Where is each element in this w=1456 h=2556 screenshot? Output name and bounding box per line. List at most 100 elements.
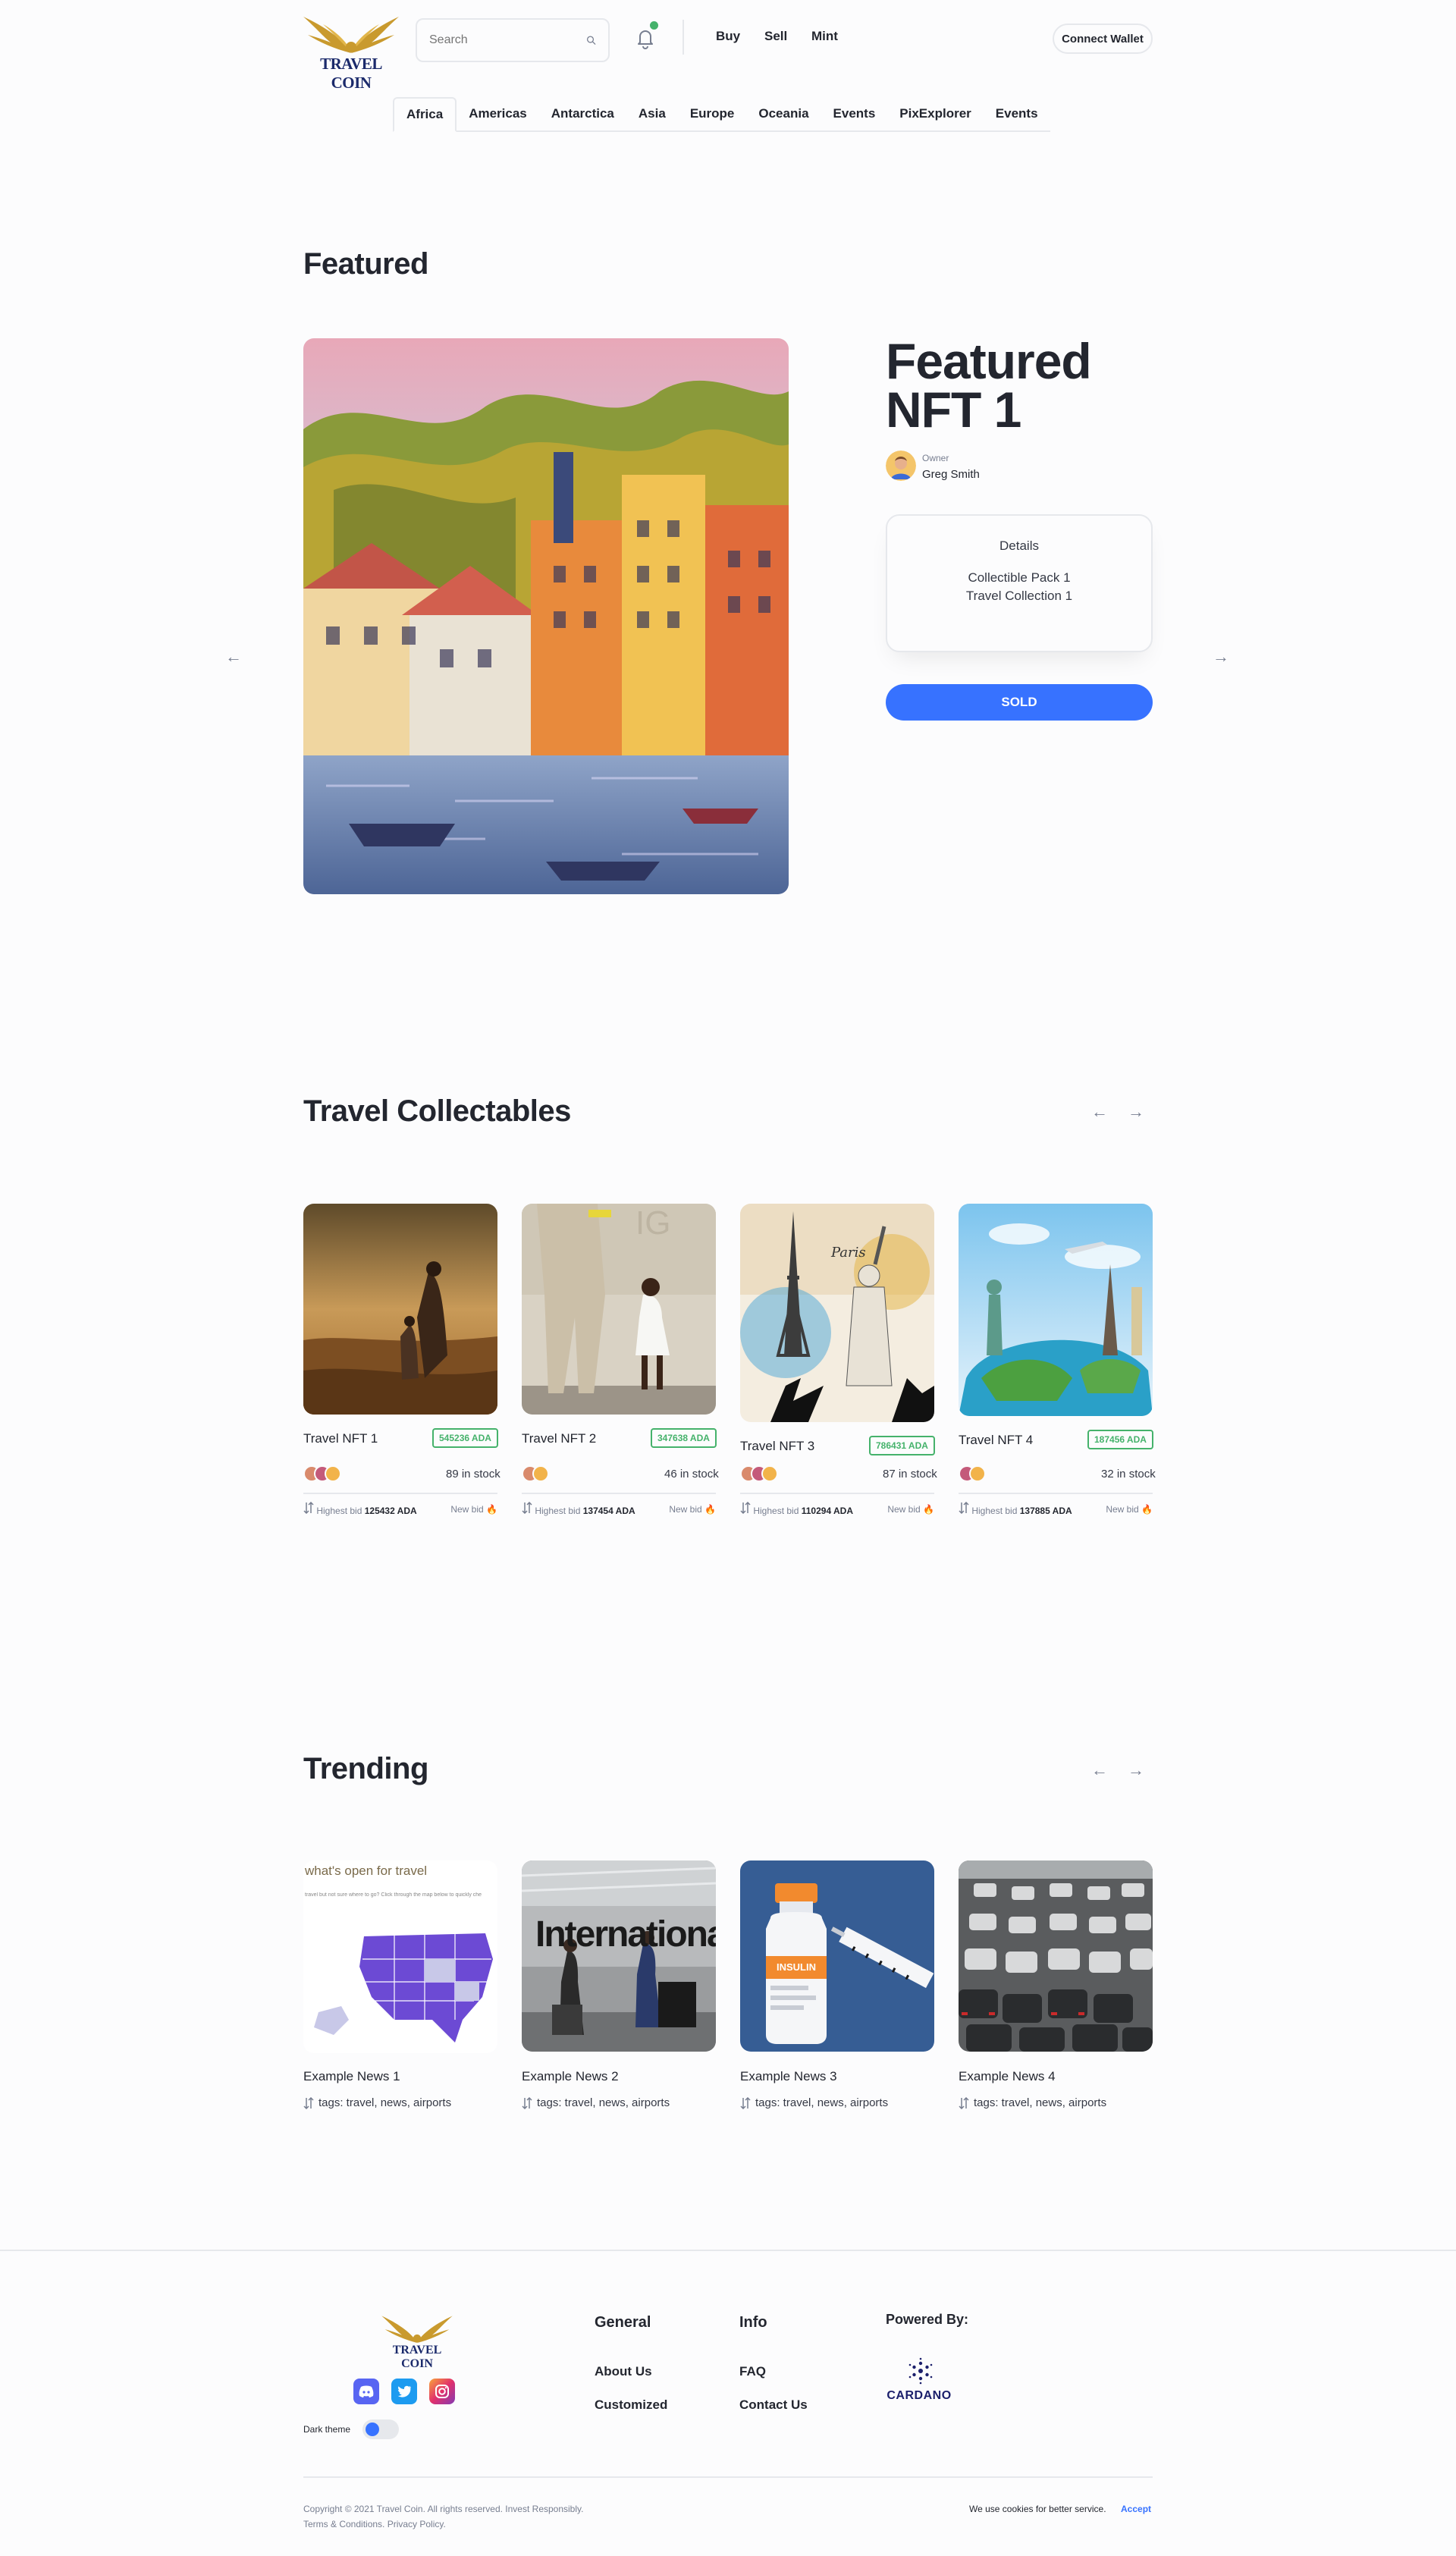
tab-europe[interactable]: Europe — [678, 97, 747, 130]
bid-value: 125432 ADA — [364, 1506, 417, 1516]
news-title[interactable]: Example News 2 — [522, 2069, 619, 2084]
nav-sell[interactable]: Sell — [764, 29, 787, 44]
footer-link-about-us[interactable]: About Us — [595, 2364, 652, 2379]
news-tags-text: tags: travel, news, airports — [974, 2096, 1107, 2109]
logo[interactable]: TRAVEL COIN — [300, 9, 402, 92]
nft-title: Travel NFT 4 — [959, 1433, 1034, 1447]
svg-text:IG: IG — [635, 1204, 670, 1242]
tab-events-2[interactable]: Events — [984, 97, 1050, 130]
news-title[interactable]: Example News 3 — [740, 2069, 837, 2084]
footer-logo-text: TRAVEL COIN — [392, 2344, 442, 2370]
news-image-caption: what's open for travel — [305, 1864, 428, 1878]
bid-row: Highest bid 110294 ADA New bid 🔥 — [740, 1493, 934, 1516]
fire-icon: 🔥 — [923, 1503, 934, 1515]
tab-americas[interactable]: Americas — [457, 97, 539, 130]
discord-icon[interactable] — [353, 2379, 379, 2404]
footer-link-customized[interactable]: Customized — [595, 2397, 667, 2413]
tab-pixexplorer[interactable]: PixExplorer — [887, 97, 984, 130]
new-bid-link[interactable]: New bid 🔥 — [450, 1504, 497, 1515]
footer-info-title: Info — [739, 2314, 767, 2331]
footer-logo[interactable]: TRAVEL COIN — [378, 2310, 457, 2370]
bid-arrows-icon — [740, 1501, 751, 1515]
instagram-icon[interactable] — [429, 2379, 455, 2404]
featured-next-arrow[interactable]: → — [1207, 643, 1235, 670]
bid-label: Highest bid — [316, 1506, 362, 1516]
fire-icon: 🔥 — [704, 1503, 716, 1515]
new-bid-link[interactable]: New bid 🔥 — [887, 1504, 934, 1515]
tab-asia[interactable]: Asia — [626, 97, 678, 130]
logo-text: TRAVEL COIN — [320, 55, 382, 92]
footer-link-faq[interactable]: FAQ — [739, 2364, 766, 2379]
news-tags: tags: travel, news, airports — [740, 2096, 888, 2109]
fire-icon: 🔥 — [486, 1503, 497, 1515]
news-card-image[interactable]: what's open for travel travel but not su… — [303, 1860, 497, 2053]
accept-cookies-button[interactable]: Accept — [1121, 2504, 1151, 2514]
news-card-image[interactable]: INSULIN — [740, 1860, 934, 2052]
bid-row: Highest bid 137885 ADA New bid 🔥 — [959, 1493, 1153, 1516]
new-bid-link[interactable]: New bid 🔥 — [669, 1504, 716, 1515]
search-input[interactable] — [429, 33, 586, 47]
tab-antarctica[interactable]: Antarctica — [539, 97, 626, 130]
collectables-prev-arrow[interactable]: ← — [1086, 1098, 1113, 1126]
tag-arrows-icon — [522, 2096, 532, 2109]
tag-arrows-icon — [740, 2096, 751, 2109]
price-badge: 545236 ADA — [432, 1428, 498, 1448]
news-tags-text: tags: travel, news, airports — [318, 2096, 452, 2109]
featured-image[interactable] — [303, 338, 789, 894]
nft-card-image[interactable] — [959, 1204, 1153, 1416]
cookies-notice: We use cookies for better service. — [969, 2504, 1106, 2514]
notification-dot — [650, 21, 658, 30]
connect-wallet-button[interactable]: Connect Wallet — [1053, 24, 1153, 54]
nft-title: Travel NFT 3 — [740, 1439, 815, 1453]
news-tags: tags: travel, news, airports — [959, 2096, 1106, 2109]
stock-count: 87 in stock — [883, 1468, 937, 1481]
sold-button[interactable]: SOLD — [886, 684, 1153, 721]
featured-prev-arrow[interactable]: ← — [220, 643, 247, 670]
nft-title: Travel NFT 1 — [303, 1431, 378, 1446]
footer-link-contact-us[interactable]: Contact Us — [739, 2397, 808, 2413]
tab-oceania[interactable]: Oceania — [746, 97, 821, 130]
painting-image — [303, 338, 789, 894]
news-title[interactable]: Example News 4 — [959, 2069, 1056, 2084]
bid-value: 137454 ADA — [582, 1506, 635, 1516]
nft-card-image[interactable] — [303, 1204, 497, 1415]
nav-mint[interactable]: Mint — [811, 29, 838, 44]
collectables-next-arrow[interactable]: → — [1122, 1098, 1150, 1126]
price-badge: 347638 ADA — [651, 1428, 717, 1448]
walking-photo-image: IG — [522, 1204, 716, 1415]
search-box[interactable] — [416, 18, 610, 62]
twitter-icon[interactable] — [391, 2379, 417, 2404]
bidder-avatars — [740, 1465, 778, 1482]
stock-count: 32 in stock — [1101, 1468, 1156, 1481]
notification-button[interactable] — [634, 21, 658, 50]
news-tags: tags: travel, news, airports — [303, 2096, 451, 2109]
desert-painting-image — [303, 1204, 497, 1415]
tab-events[interactable]: Events — [821, 97, 888, 130]
featured-nft-name: Featured NFT 1 — [886, 333, 1092, 438]
news-image-caption: INSULIN — [777, 1961, 816, 1973]
dark-theme-toggle[interactable] — [362, 2419, 399, 2439]
new-bid-link[interactable]: New bid 🔥 — [1106, 1504, 1153, 1515]
tag-arrows-icon — [303, 2096, 314, 2109]
copyright-text: Copyright © 2021 Travel Coin. All rights… — [303, 2504, 584, 2514]
trending-next-arrow[interactable]: → — [1122, 1757, 1150, 1784]
news-card-image[interactable]: International Arr — [522, 1860, 716, 2052]
nft-card-image[interactable]: IG — [522, 1204, 716, 1415]
wings-icon — [303, 17, 399, 53]
us-map-image — [314, 1933, 493, 2043]
news-tags-text: tags: travel, news, airports — [755, 2096, 889, 2109]
news-card-image[interactable] — [959, 1860, 1153, 2052]
search-icon[interactable] — [586, 33, 596, 48]
owner-avatar[interactable] — [886, 451, 916, 481]
price-badge: 786431 ADA — [869, 1436, 935, 1455]
nft-card-image[interactable]: Paris — [740, 1204, 934, 1422]
stock-count: 46 in stock — [664, 1468, 719, 1481]
cardano-logo[interactable]: CARDANO — [884, 2357, 954, 2406]
tab-africa[interactable]: Africa — [393, 97, 457, 132]
owner-name: Greg Smith — [922, 468, 980, 481]
terms-link[interactable]: Terms & Conditions. Privacy Policy. — [303, 2519, 446, 2529]
trending-prev-arrow[interactable]: ← — [1086, 1757, 1113, 1784]
bid-arrows-icon — [959, 1501, 969, 1515]
news-title[interactable]: Example News 1 — [303, 2069, 400, 2084]
nav-buy[interactable]: Buy — [716, 29, 740, 44]
